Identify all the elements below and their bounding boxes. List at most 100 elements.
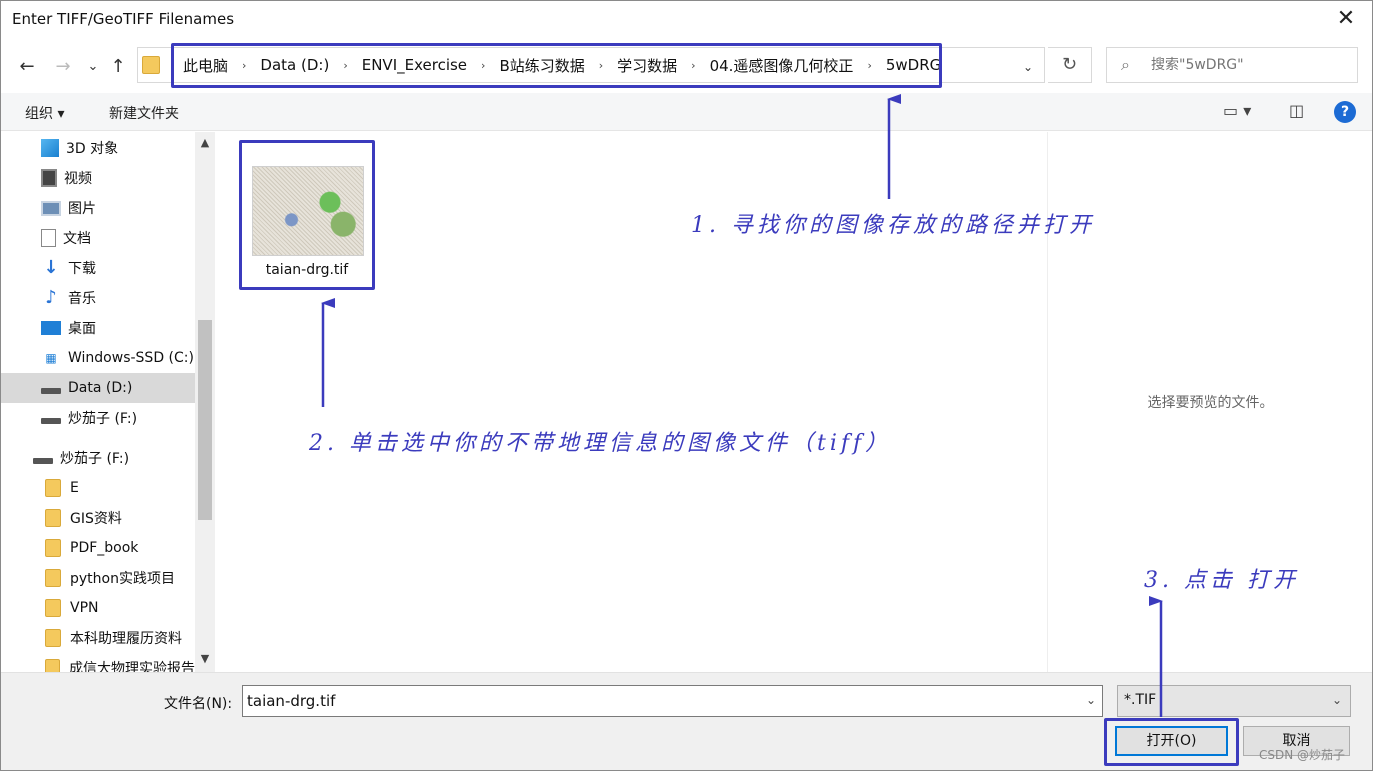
sidebar-item-desktop[interactable]: 桌面 xyxy=(1,313,195,343)
breadcrumb-item[interactable]: B站练习数据 xyxy=(489,55,594,76)
folder-icon xyxy=(45,539,61,557)
filename-field[interactable] xyxy=(247,692,1067,710)
sidebar-item-assistant[interactable]: 本科助理履历资料 xyxy=(1,623,195,653)
breadcrumb-item[interactable]: 5wDRG xyxy=(876,56,951,74)
close-icon[interactable]: ✕ xyxy=(1336,7,1356,31)
recent-locations-button[interactable]: ⌄ xyxy=(81,55,105,79)
sidebar-item-label: 下载 xyxy=(68,261,96,277)
up-button[interactable]: ↑ xyxy=(106,55,130,79)
sidebar-item-drive-f[interactable]: 炒茄子 (F:) xyxy=(1,403,195,433)
sidebar-item-label: 炒茄子 (F:) xyxy=(60,451,130,467)
sidebar-item-pictures[interactable]: 图片 xyxy=(1,193,195,223)
organize-button[interactable]: 组织 ▾ xyxy=(25,103,64,123)
chevron-right-icon[interactable]: › xyxy=(687,59,699,72)
chevron-down-icon[interactable]: ▼ xyxy=(195,652,215,665)
search-box[interactable]: ⌕ xyxy=(1106,47,1358,83)
sidebar-item-label: 音乐 xyxy=(68,291,96,307)
view-options-icon[interactable]: ▭ ▾ xyxy=(1223,101,1251,120)
sidebar-item-label: python实践项目 xyxy=(70,571,175,587)
folder-icon xyxy=(45,629,61,647)
sidebar-item-label: VPN xyxy=(70,600,99,616)
chevron-right-icon[interactable]: › xyxy=(595,59,607,72)
picture-icon xyxy=(41,200,61,216)
filetype-select[interactable]: *.TIF ⌄ xyxy=(1117,685,1351,717)
document-icon xyxy=(41,229,56,247)
folder-icon xyxy=(45,659,60,672)
folder-icon xyxy=(45,509,61,527)
sidebar-item-python[interactable]: python实践项目 xyxy=(1,563,195,593)
cube-icon xyxy=(41,139,59,157)
scrollbar-thumb[interactable] xyxy=(198,320,212,520)
breadcrumb: 此电脑 › Data (D:) › ENVI_Exercise › B站练习数据… xyxy=(173,48,951,82)
sidebar-scrollbar[interactable]: ▲ ▼ xyxy=(195,132,215,672)
sidebar-item-pdf-book[interactable]: PDF_book xyxy=(1,533,195,563)
sidebar-item-label: Data (D:) xyxy=(68,380,133,396)
breadcrumb-item[interactable]: Data (D:) xyxy=(250,56,339,74)
folder-icon xyxy=(45,569,61,587)
sidebar-item-label: 成信大物理实验报告 xyxy=(69,661,195,672)
bottom-bar: 文件名(N): ⌄ *.TIF ⌄ 打开(O) 取消 xyxy=(1,672,1372,770)
filename-combobox[interactable]: ⌄ xyxy=(242,685,1103,717)
preview-pane-icon[interactable]: ◫ xyxy=(1289,101,1304,120)
new-folder-button[interactable]: 新建文件夹 xyxy=(109,103,179,123)
sidebar-item-data-d[interactable]: Data (D:) xyxy=(1,373,195,403)
sidebar-item-drive-f-root[interactable]: 炒茄子 (F:) xyxy=(1,443,195,473)
sidebar-item-3d-objects[interactable]: 3D 对象 xyxy=(1,133,195,163)
sidebar-item-label: 炒茄子 (F:) xyxy=(68,411,138,427)
sidebar-item-downloads[interactable]: ↓ 下载 xyxy=(1,253,195,283)
breadcrumb-item[interactable]: 此电脑 xyxy=(173,55,238,76)
help-icon[interactable]: ? xyxy=(1334,101,1356,123)
chevron-down-icon[interactable]: ⌄ xyxy=(1332,693,1342,707)
back-button[interactable]: ← xyxy=(15,55,39,79)
search-input[interactable] xyxy=(1151,55,1351,75)
chevron-right-icon[interactable]: › xyxy=(339,59,351,72)
address-bar[interactable]: 此电脑 › Data (D:) › ENVI_Exercise › B站练习数据… xyxy=(137,47,1045,83)
open-button[interactable]: 打开(O) xyxy=(1115,726,1228,756)
windows-drive-icon: ▦ xyxy=(45,351,57,365)
sidebar-item-label: Windows-SSD (C:) xyxy=(68,350,194,366)
folder-icon xyxy=(142,56,160,74)
chevron-down-icon[interactable]: ⌄ xyxy=(1086,693,1096,707)
sidebar-item-videos[interactable]: 视频 xyxy=(1,163,195,193)
sidebar-item-label: E xyxy=(70,480,79,496)
chevron-right-icon[interactable]: › xyxy=(477,59,489,72)
forward-button[interactable]: → xyxy=(51,55,75,79)
sidebar-item-label: GIS资料 xyxy=(70,511,122,527)
sidebar-item-physics[interactable]: 成信大物理实验报告 xyxy=(1,653,195,672)
sidebar-item-label: 3D 对象 xyxy=(66,141,119,157)
breadcrumb-item[interactable]: ENVI_Exercise xyxy=(352,56,477,74)
preview-message: 选择要预览的文件。 xyxy=(1147,395,1274,411)
filetype-value: *.TIF xyxy=(1124,692,1157,708)
toolbar: 组织 ▾ 新建文件夹 ▭ ▾ ◫ ? xyxy=(1,93,1372,131)
chevron-right-icon[interactable]: › xyxy=(238,59,250,72)
file-name: taian-drg.tif xyxy=(265,262,349,278)
navigation-row: ← → ⌄ ↑ 此电脑 › Data (D:) › ENVI_Exercise … xyxy=(1,41,1372,91)
annotation-step-2: 2. 单击选中你的不带地理信息的图像文件（tiff） xyxy=(309,431,892,456)
breadcrumb-item[interactable]: 04.遥感图像几何校正 xyxy=(700,55,864,76)
file-item[interactable]: taian-drg.tif xyxy=(239,140,375,290)
window-title: Enter TIFF/GeoTIFF Filenames xyxy=(12,10,235,28)
file-open-dialog: Enter TIFF/GeoTIFF Filenames ✕ ← → ⌄ ↑ 此… xyxy=(0,0,1373,771)
music-icon: ♪ xyxy=(45,287,57,308)
sidebar-item-folder-e[interactable]: E xyxy=(1,473,195,503)
chevron-right-icon[interactable]: › xyxy=(863,59,875,72)
navigation-pane: 3D 对象 视频 图片 文档 ↓ 下载 ♪ 音乐 桌面 ▦ Windows-SSD (… xyxy=(1,132,216,672)
desktop-icon xyxy=(41,321,61,335)
refresh-button[interactable]: ↻ xyxy=(1048,47,1092,83)
drive-icon xyxy=(41,418,61,424)
folder-icon xyxy=(45,479,61,497)
sidebar-item-windows-ssd[interactable]: ▦ Windows-SSD (C:) xyxy=(1,343,195,373)
chevron-down-icon[interactable]: ⌄ xyxy=(1018,60,1038,74)
sidebar-item-label: 本科助理履历资料 xyxy=(70,631,182,647)
drive-icon xyxy=(33,458,53,464)
download-icon: ↓ xyxy=(43,257,59,278)
sidebar-item-music[interactable]: ♪ 音乐 xyxy=(1,283,195,313)
filename-label: 文件名(N): xyxy=(164,696,233,712)
sidebar-item-vpn[interactable]: VPN xyxy=(1,593,195,623)
sidebar-item-gis[interactable]: GIS资料 xyxy=(1,503,195,533)
sidebar-item-documents[interactable]: 文档 xyxy=(1,223,195,253)
sidebar-item-label: 视频 xyxy=(64,171,92,187)
chevron-up-icon[interactable]: ▲ xyxy=(195,136,215,149)
annotation-step-1: 1. 寻找你的图像存放的路径并打开 xyxy=(691,213,1095,238)
breadcrumb-item[interactable]: 学习数据 xyxy=(607,55,687,76)
